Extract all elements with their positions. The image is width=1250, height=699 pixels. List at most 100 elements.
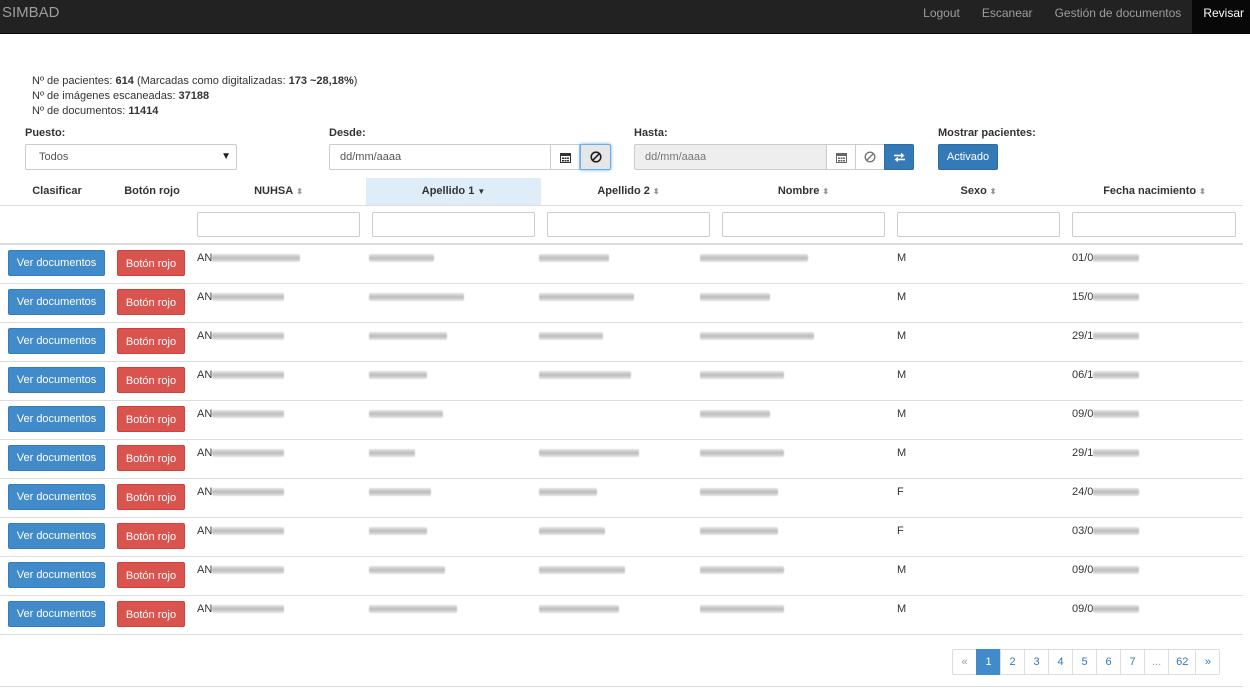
- redacted-text: [212, 410, 285, 419]
- redacted-text: [212, 254, 301, 263]
- cell-nuhsa: AN: [197, 563, 285, 577]
- pagination-page-2[interactable]: 2: [1000, 649, 1025, 675]
- pagination-page-5[interactable]: 5: [1072, 649, 1097, 675]
- desde-date-input[interactable]: dd/mm/aaaa: [329, 144, 551, 170]
- pagination-page-62[interactable]: 62: [1168, 649, 1197, 675]
- pagination-page-6[interactable]: 6: [1096, 649, 1121, 675]
- divider: [0, 686, 1243, 687]
- redacted-text: [212, 293, 285, 302]
- boton-rojo-button[interactable]: Botón rojo: [117, 406, 185, 432]
- ver-documentos-button[interactable]: Ver documentos: [8, 289, 105, 315]
- pagination-prev[interactable]: «: [952, 649, 977, 675]
- redacted-text: [539, 449, 639, 458]
- table-row: Ver documentos Botón rojo AN M 06/1: [0, 361, 1243, 400]
- boton-rojo-button[interactable]: Botón rojo: [117, 484, 185, 510]
- cell-sexo: M: [897, 330, 907, 342]
- brand-logo[interactable]: SIMBAD: [2, 0, 60, 34]
- header-fecha-nacimiento[interactable]: Fecha nacimiento ⬍: [1066, 178, 1243, 206]
- filter-apellido1-input[interactable]: [372, 212, 535, 237]
- cell-nuhsa: AN: [197, 524, 285, 538]
- boton-rojo-button[interactable]: Botón rojo: [117, 562, 185, 588]
- filter-nuhsa-input[interactable]: [197, 212, 360, 237]
- cell-apellido1: [369, 602, 457, 616]
- ver-documentos-button[interactable]: Ver documentos: [8, 523, 105, 549]
- cell-fecha-nacimiento: 03/0: [1072, 524, 1140, 538]
- header-nuhsa[interactable]: NUHSA ⬍: [192, 178, 365, 206]
- sort-desc-icon: ▼: [477, 187, 486, 196]
- pagination-next[interactable]: »: [1195, 649, 1221, 675]
- header-boton-rojo: Botón rojo: [124, 185, 180, 197]
- cell-nuhsa: AN: [197, 602, 285, 616]
- boton-rojo-button[interactable]: Botón rojo: [117, 445, 185, 471]
- redacted-text: [212, 449, 285, 458]
- ver-documentos-button[interactable]: Ver documentos: [8, 562, 105, 588]
- pagination-page-4[interactable]: 4: [1048, 649, 1073, 675]
- cell-apellido1: [369, 485, 431, 499]
- boton-rojo-button[interactable]: Botón rojo: [117, 367, 185, 393]
- stats-summary: Nº de pacientes: 614 (Marcadas como digi…: [32, 74, 357, 119]
- cell-sexo: M: [897, 369, 907, 381]
- puesto-select[interactable]: Todos ▼: [25, 144, 237, 170]
- cell-apellido1: [369, 563, 445, 577]
- header-nombre[interactable]: Nombre ⬍: [716, 178, 891, 206]
- boton-rojo-button[interactable]: Botón rojo: [117, 328, 185, 354]
- nav-gestion-documentos[interactable]: Gestión de documentos: [1044, 0, 1193, 34]
- filter-nombre-input[interactable]: [722, 212, 885, 237]
- nav-logout[interactable]: Logout: [912, 0, 971, 34]
- pagination-page-3[interactable]: 3: [1024, 649, 1049, 675]
- mostrar-pacientes-toggle[interactable]: Activado: [938, 144, 998, 170]
- redacted-text: [369, 527, 427, 536]
- filter-apellido2-input[interactable]: [547, 212, 710, 237]
- ver-documentos-button[interactable]: Ver documentos: [8, 328, 105, 354]
- hasta-label: Hasta:: [634, 127, 668, 139]
- swap-dates-button[interactable]: [884, 144, 914, 170]
- ver-documentos-button[interactable]: Ver documentos: [8, 445, 105, 471]
- redacted-text: [539, 527, 605, 536]
- pagination-ellipsis: ...: [1144, 649, 1170, 675]
- redacted-text: [1093, 449, 1140, 458]
- header-sexo[interactable]: Sexo ⬍: [891, 178, 1066, 206]
- cell-apellido2: [539, 524, 605, 538]
- filter-fecha-input[interactable]: [1072, 212, 1236, 237]
- header-apellido1[interactable]: Apellido 1 ▼: [366, 178, 541, 206]
- pagination-page-1[interactable]: 1: [976, 649, 1001, 675]
- redacted-text: [539, 254, 609, 263]
- pagination-page-7[interactable]: 7: [1120, 649, 1145, 675]
- cell-sexo: M: [897, 603, 907, 615]
- table-row: Ver documentos Botón rojo AN M 09/0: [0, 595, 1243, 634]
- boton-rojo-button[interactable]: Botón rojo: [117, 523, 185, 549]
- cell-nuhsa: AN: [197, 407, 285, 421]
- filter-sexo-input[interactable]: [897, 212, 1060, 237]
- boton-rojo-button[interactable]: Botón rojo: [117, 289, 185, 315]
- ver-documentos-button[interactable]: Ver documentos: [8, 250, 105, 276]
- redacted-text: [700, 371, 784, 380]
- desde-calendar-button[interactable]: [550, 144, 580, 170]
- ver-documentos-button[interactable]: Ver documentos: [8, 367, 105, 393]
- redacted-text: [539, 566, 625, 575]
- desde-clear-button[interactable]: [580, 144, 611, 170]
- cell-nombre: [700, 329, 814, 343]
- ver-documentos-button[interactable]: Ver documentos: [8, 484, 105, 510]
- sort-icon: ⬍: [1199, 187, 1206, 196]
- redacted-text: [369, 488, 431, 497]
- top-navbar: SIMBAD Logout Escanear Gestión de docume…: [0, 0, 1250, 34]
- desde-label: Desde:: [329, 127, 366, 139]
- nav-escanear[interactable]: Escanear: [971, 0, 1044, 34]
- redacted-text: [1093, 566, 1140, 575]
- nav-revisar[interactable]: Revisar: [1192, 0, 1250, 34]
- ver-documentos-button[interactable]: Ver documentos: [8, 406, 105, 432]
- redacted-text: [1093, 332, 1140, 341]
- boton-rojo-button[interactable]: Botón rojo: [117, 601, 185, 627]
- redacted-text: [212, 605, 285, 614]
- boton-rojo-button[interactable]: Botón rojo: [117, 250, 185, 276]
- ver-documentos-button[interactable]: Ver documentos: [8, 601, 105, 627]
- pagination: « 1 2 3 4 5 6 7 ... 62 »: [952, 649, 1221, 675]
- cell-nombre: [700, 446, 784, 460]
- header-apellido2[interactable]: Apellido 2 ⬍: [541, 178, 716, 206]
- hasta-clear-button[interactable]: [855, 144, 885, 170]
- hasta-date-input[interactable]: dd/mm/aaaa: [634, 144, 827, 170]
- redacted-text: [539, 332, 603, 341]
- hasta-calendar-button[interactable]: [826, 144, 856, 170]
- redacted-text: [1093, 254, 1140, 263]
- cell-sexo: M: [897, 564, 907, 576]
